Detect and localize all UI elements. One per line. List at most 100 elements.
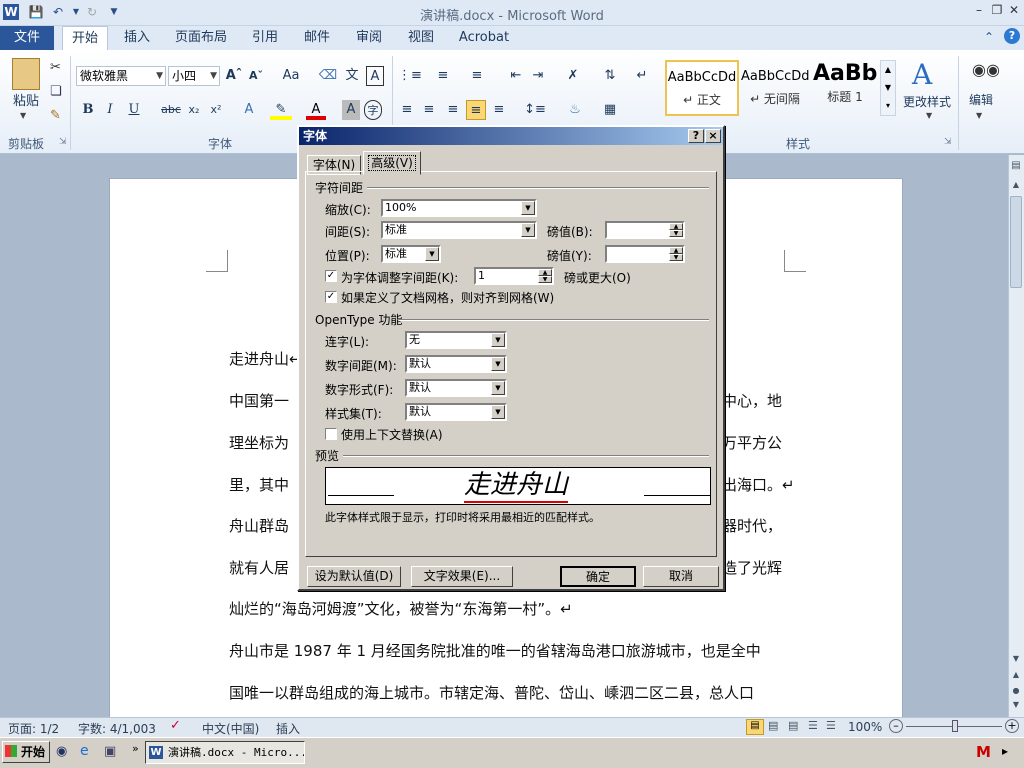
align-left-icon[interactable]: ≡	[398, 100, 416, 120]
speaker-icon[interactable]: ▸	[1002, 744, 1008, 758]
doc-line[interactable]: 舟山市是 1987 年 1 月经国务院批准的唯一的省辖海岛港口旅游城市，也是全中	[229, 640, 761, 661]
font-name-combo[interactable]: 微软雅黑 ▼	[76, 66, 166, 86]
chevron-down-icon[interactable]: ▼	[976, 111, 982, 120]
num-form-select[interactable]: 默认 ▼	[405, 379, 507, 397]
sort-icon[interactable]: ⇅	[600, 66, 620, 86]
zoom-level[interactable]: 100%	[848, 720, 882, 734]
paste-icon[interactable]	[12, 58, 40, 90]
word-count[interactable]: 字数: 4/1,003	[78, 720, 156, 737]
quicklaunch-icon[interactable]: ▣	[104, 744, 116, 759]
tab-page-layout[interactable]: 页面布局	[170, 26, 232, 50]
text-effects-icon[interactable]: A	[238, 100, 260, 120]
clipboard-launcher-icon[interactable]: ⇲	[59, 137, 67, 147]
tab-acrobat[interactable]: Acrobat	[452, 26, 516, 50]
position-select[interactable]: 标准 ▼	[381, 245, 441, 263]
tab-view[interactable]: 视图	[399, 26, 443, 50]
full-screen-icon[interactable]: ▤	[768, 719, 778, 732]
font-size-combo[interactable]: 小四 ▼	[168, 66, 220, 86]
format-painter-icon[interactable]: ✎	[50, 108, 61, 123]
ligature-select[interactable]: 无 ▼	[405, 331, 507, 349]
tab-home[interactable]: 开始	[62, 26, 108, 50]
change-styles-button[interactable]: 更改样式	[900, 92, 954, 112]
doc-line[interactable]: 灿烂的“海岛河姆渡”文化，被誉为“东海第一村”。↵	[229, 598, 573, 619]
align-right-icon[interactable]: ≡	[444, 100, 462, 120]
borders-icon[interactable]: ▦	[600, 100, 620, 120]
ie-icon[interactable]: e	[80, 743, 89, 759]
doc-line[interactable]: 国唯一以群岛组成的海上城市。市辖定海、普陀、岱山、嵊泗二区二县，总人口	[229, 682, 754, 703]
minimize-icon[interactable]: –	[970, 3, 988, 19]
style-normal[interactable]: AaBbCcDd ↵ 正文	[665, 60, 739, 116]
tab-advanced[interactable]: 高级(V)	[363, 151, 421, 175]
show-marks-icon[interactable]: ↵	[634, 66, 650, 86]
tray-icon[interactable]: M	[976, 743, 991, 761]
set-default-button[interactable]: 设为默认值(D)	[307, 566, 401, 587]
shading-icon[interactable]: ♨	[564, 100, 586, 120]
strikethrough-icon[interactable]: abc	[160, 100, 182, 120]
spacing-select[interactable]: 标准 ▼	[381, 221, 537, 239]
tab-insert[interactable]: 插入	[115, 26, 159, 50]
distributed-icon[interactable]: ≡	[490, 100, 508, 120]
clear-format-icon[interactable]: ⌫	[318, 66, 338, 86]
doc-line[interactable]: 理坐标为	[229, 432, 289, 453]
scroll-thumb[interactable]	[1010, 196, 1022, 288]
close-window-icon[interactable]: ✕	[1005, 3, 1023, 19]
quicklaunch-icon[interactable]: ◉	[56, 744, 67, 759]
cancel-button[interactable]: 取消	[643, 566, 719, 587]
style-heading-1[interactable]: AaBb 标题 1	[812, 60, 878, 116]
doc-line[interactable]: 万平方公	[722, 432, 782, 453]
tab-mailings[interactable]: 邮件	[295, 26, 339, 50]
more-icon[interactable]: »	[132, 742, 139, 755]
subscript-icon[interactable]: x₂	[186, 100, 202, 120]
shrink-font-icon[interactable]: Aˇ	[246, 66, 266, 86]
scroll-up-icon[interactable]: ▲	[1010, 180, 1022, 192]
cut-icon[interactable]: ✂	[50, 60, 61, 75]
doc-line[interactable]: 中国第一	[229, 390, 289, 411]
paste-dropdown-icon[interactable]: ▼	[20, 111, 26, 120]
styles-scroll[interactable]: ▲ ▼ ▾	[880, 60, 896, 116]
ok-button[interactable]: 确定	[560, 566, 636, 587]
char-shading-icon[interactable]: A	[342, 100, 360, 120]
page-count[interactable]: 页面: 1/2	[8, 720, 59, 737]
spacing-pts-spinner[interactable]: ▲ ▼	[605, 221, 685, 239]
underline-icon[interactable]: U	[126, 100, 142, 120]
contextual-label[interactable]: 使用上下文替换(A)	[341, 426, 443, 443]
outline-icon[interactable]: ☰	[808, 719, 818, 732]
file-tab[interactable]: 文件	[0, 26, 54, 50]
browse-object-icon[interactable]: ●	[1010, 686, 1022, 695]
position-pts-spinner[interactable]: ▲ ▼	[605, 245, 685, 263]
superscript-icon[interactable]: x²	[208, 100, 224, 120]
grow-font-icon[interactable]: Aˆ	[224, 66, 244, 86]
paste-button[interactable]: 粘贴	[6, 92, 46, 112]
bold-icon[interactable]: B	[80, 100, 96, 120]
change-case-icon[interactable]: Aa	[278, 66, 304, 86]
align-center-icon[interactable]: ≡	[420, 100, 438, 120]
highlight-icon[interactable]: ✎	[270, 100, 292, 120]
dialog-help-button[interactable]: ?	[688, 129, 704, 143]
help-icon[interactable]: ?	[1004, 28, 1020, 44]
asian-layout-icon[interactable]: ✗	[562, 66, 584, 86]
prev-page-icon[interactable]: ▲	[1010, 670, 1022, 679]
proofing-icon[interactable]: ✓	[170, 718, 181, 733]
contextual-checkbox[interactable]	[325, 428, 337, 440]
italic-icon[interactable]: I	[102, 100, 118, 120]
stylistic-select[interactable]: 默认 ▼	[405, 403, 507, 421]
scroll-down-icon[interactable]: ▼	[1010, 654, 1022, 666]
doc-line[interactable]: 就有人居	[229, 557, 289, 578]
next-page-icon[interactable]: ▼	[1010, 700, 1022, 709]
kerning-checkbox[interactable]: ✓	[325, 270, 337, 282]
web-layout-icon[interactable]: ▤	[788, 719, 798, 732]
doc-line[interactable]: 造了光辉	[722, 557, 782, 578]
doc-heading[interactable]: 走进舟山↵	[229, 348, 302, 369]
print-layout-icon[interactable]: ▤	[746, 719, 764, 735]
tab-review[interactable]: 审阅	[347, 26, 391, 50]
change-styles-icon[interactable]: A	[912, 58, 932, 91]
doc-line[interactable]: 出海口。↵	[722, 474, 795, 495]
font-color-icon[interactable]: A	[306, 100, 326, 120]
zoom-in-icon[interactable]: +	[1005, 719, 1019, 733]
zoom-slider-thumb[interactable]	[952, 720, 958, 732]
text-effects-button[interactable]: 文字效果(E)...	[411, 566, 513, 587]
taskbar-word-task[interactable]: 演讲稿.docx - Micro...	[145, 741, 305, 764]
snap-grid-label[interactable]: 如果定义了文档网格，则对齐到网格(W)	[341, 289, 554, 306]
zoom-out-icon[interactable]: –	[889, 719, 903, 733]
dialog-close-button[interactable]: ×	[705, 129, 721, 143]
